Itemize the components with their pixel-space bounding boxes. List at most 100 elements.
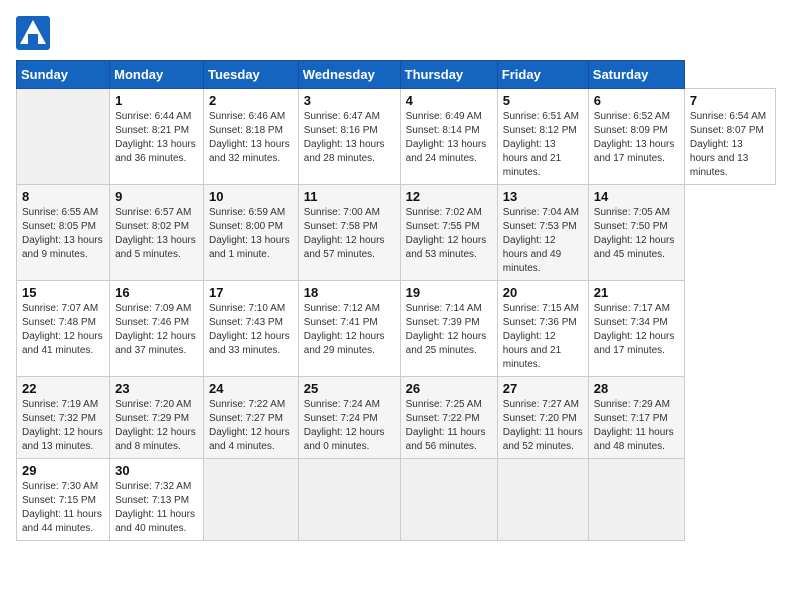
calendar-day-23: 23 Sunrise: 7:20 AM Sunset: 7:29 PM Dayli… <box>110 377 204 459</box>
logo-icon <box>16 16 50 50</box>
day-info: Sunrise: 7:12 AM Sunset: 7:41 PM Dayligh… <box>304 302 395 358</box>
day-info: Sunrise: 6:47 AM Sunset: 8:16 PM Dayligh… <box>304 110 395 166</box>
day-info: Sunrise: 6:44 AM Sunset: 8:21 PM Dayligh… <box>115 110 198 166</box>
empty-cell <box>588 459 684 541</box>
calendar-day-8: 8 Sunrise: 6:55 AM Sunset: 8:05 PM Daylig… <box>17 185 110 281</box>
calendar-day-24: 24 Sunrise: 7:22 AM Sunset: 7:27 PM Dayli… <box>204 377 299 459</box>
calendar-day-12: 12 Sunrise: 7:02 AM Sunset: 7:55 PM Dayli… <box>400 185 497 281</box>
calendar-day-3: 3 Sunrise: 6:47 AM Sunset: 8:16 PM Daylig… <box>298 89 400 185</box>
day-info: Sunrise: 7:00 AM Sunset: 7:58 PM Dayligh… <box>304 206 395 262</box>
calendar-body: 1 Sunrise: 6:44 AM Sunset: 8:21 PM Daylig… <box>17 89 776 541</box>
day-number: 1 <box>115 93 198 108</box>
day-number: 21 <box>594 285 679 300</box>
day-info: Sunrise: 7:02 AM Sunset: 7:55 PM Dayligh… <box>406 206 492 262</box>
day-number: 27 <box>503 381 583 396</box>
calendar-week-5: 29 Sunrise: 7:30 AM Sunset: 7:15 PM Dayli… <box>17 459 776 541</box>
calendar-day-21: 21 Sunrise: 7:17 AM Sunset: 7:34 PM Dayli… <box>588 281 684 377</box>
day-info: Sunrise: 7:19 AM Sunset: 7:32 PM Dayligh… <box>22 398 104 454</box>
weekday-header-sunday: Sunday <box>17 61 110 89</box>
day-number: 23 <box>115 381 198 396</box>
day-info: Sunrise: 7:04 AM Sunset: 7:53 PM Dayligh… <box>503 206 583 276</box>
weekday-header-friday: Friday <box>497 61 588 89</box>
day-info: Sunrise: 7:17 AM Sunset: 7:34 PM Dayligh… <box>594 302 679 358</box>
calendar-day-7: 7 Sunrise: 6:54 AM Sunset: 8:07 PM Daylig… <box>684 89 775 185</box>
logo <box>16 16 54 50</box>
empty-cell <box>497 459 588 541</box>
calendar-day-15: 15 Sunrise: 7:07 AM Sunset: 7:48 PM Dayli… <box>17 281 110 377</box>
calendar-day-13: 13Sunrise: 7:04 AM Sunset: 7:53 PM Dayli… <box>497 185 588 281</box>
weekday-header-wednesday: Wednesday <box>298 61 400 89</box>
empty-cell <box>17 89 110 185</box>
calendar-day-16: 16 Sunrise: 7:09 AM Sunset: 7:46 PM Dayli… <box>110 281 204 377</box>
day-info: Sunrise: 6:52 AM Sunset: 8:09 PM Dayligh… <box>594 110 679 166</box>
day-info: Sunrise: 7:27 AM Sunset: 7:20 PM Dayligh… <box>503 398 583 454</box>
day-number: 6 <box>594 93 679 108</box>
calendar-week-3: 15 Sunrise: 7:07 AM Sunset: 7:48 PM Dayli… <box>17 281 776 377</box>
day-number: 12 <box>406 189 492 204</box>
day-info: Sunrise: 7:29 AM Sunset: 7:17 PM Dayligh… <box>594 398 679 454</box>
day-info: Sunrise: 6:59 AM Sunset: 8:00 PM Dayligh… <box>209 206 293 262</box>
calendar-day-11: 11Sunrise: 7:00 AM Sunset: 7:58 PM Dayli… <box>298 185 400 281</box>
day-info: Sunrise: 6:57 AM Sunset: 8:02 PM Dayligh… <box>115 206 198 262</box>
day-number: 25 <box>304 381 395 396</box>
calendar-day-10: 10 Sunrise: 6:59 AM Sunset: 8:00 PM Dayli… <box>204 185 299 281</box>
calendar-day-27: 27 Sunrise: 7:27 AM Sunset: 7:20 PM Dayli… <box>497 377 588 459</box>
weekday-header-thursday: Thursday <box>400 61 497 89</box>
calendar-day-5: 5Sunrise: 6:51 AM Sunset: 8:12 PM Daylig… <box>497 89 588 185</box>
day-number: 18 <box>304 285 395 300</box>
calendar-day-18: 18 Sunrise: 7:12 AM Sunset: 7:41 PM Dayli… <box>298 281 400 377</box>
day-info: Sunrise: 7:14 AM Sunset: 7:39 PM Dayligh… <box>406 302 492 358</box>
calendar-day-29: 29 Sunrise: 7:30 AM Sunset: 7:15 PM Dayli… <box>17 459 110 541</box>
calendar-table: SundayMondayTuesdayWednesdayThursdayFrid… <box>16 60 776 541</box>
calendar-day-14: 14 Sunrise: 7:05 AM Sunset: 7:50 PM Dayli… <box>588 185 684 281</box>
calendar-day-2: 2Sunrise: 6:46 AM Sunset: 8:18 PM Daylig… <box>204 89 299 185</box>
day-info: Sunrise: 6:49 AM Sunset: 8:14 PM Dayligh… <box>406 110 492 166</box>
day-number: 7 <box>690 93 770 108</box>
day-info: Sunrise: 7:22 AM Sunset: 7:27 PM Dayligh… <box>209 398 293 454</box>
calendar-day-22: 22 Sunrise: 7:19 AM Sunset: 7:32 PM Dayli… <box>17 377 110 459</box>
calendar-day-30: 30 Sunrise: 7:32 AM Sunset: 7:13 PM Dayli… <box>110 459 204 541</box>
day-number: 17 <box>209 285 293 300</box>
weekday-header-saturday: Saturday <box>588 61 684 89</box>
day-number: 4 <box>406 93 492 108</box>
day-number: 24 <box>209 381 293 396</box>
calendar-day-20: 20Sunrise: 7:15 AM Sunset: 7:36 PM Dayli… <box>497 281 588 377</box>
calendar-day-17: 17Sunrise: 7:10 AM Sunset: 7:43 PM Dayli… <box>204 281 299 377</box>
day-info: Sunrise: 7:09 AM Sunset: 7:46 PM Dayligh… <box>115 302 198 358</box>
day-number: 19 <box>406 285 492 300</box>
day-number: 10 <box>209 189 293 204</box>
day-number: 22 <box>22 381 104 396</box>
calendar-week-4: 22 Sunrise: 7:19 AM Sunset: 7:32 PM Dayli… <box>17 377 776 459</box>
day-info: Sunrise: 7:30 AM Sunset: 7:15 PM Dayligh… <box>22 480 104 536</box>
day-number: 9 <box>115 189 198 204</box>
day-info: Sunrise: 6:54 AM Sunset: 8:07 PM Dayligh… <box>690 110 770 180</box>
day-info: Sunrise: 7:32 AM Sunset: 7:13 PM Dayligh… <box>115 480 198 536</box>
day-info: Sunrise: 7:15 AM Sunset: 7:36 PM Dayligh… <box>503 302 583 372</box>
calendar-day-26: 26Sunrise: 7:25 AM Sunset: 7:22 PM Dayli… <box>400 377 497 459</box>
calendar-day-4: 4 Sunrise: 6:49 AM Sunset: 8:14 PM Daylig… <box>400 89 497 185</box>
day-number: 8 <box>22 189 104 204</box>
calendar-week-1: 1 Sunrise: 6:44 AM Sunset: 8:21 PM Daylig… <box>17 89 776 185</box>
weekday-header-monday: Monday <box>110 61 204 89</box>
day-info: Sunrise: 7:24 AM Sunset: 7:24 PM Dayligh… <box>304 398 395 454</box>
day-number: 3 <box>304 93 395 108</box>
calendar-header-row: SundayMondayTuesdayWednesdayThursdayFrid… <box>17 61 776 89</box>
day-number: 29 <box>22 463 104 478</box>
day-number: 15 <box>22 285 104 300</box>
day-info: Sunrise: 6:46 AM Sunset: 8:18 PM Dayligh… <box>209 110 293 166</box>
day-info: Sunrise: 6:51 AM Sunset: 8:12 PM Dayligh… <box>503 110 583 180</box>
day-info: Sunrise: 7:05 AM Sunset: 7:50 PM Dayligh… <box>594 206 679 262</box>
day-number: 28 <box>594 381 679 396</box>
empty-cell <box>204 459 299 541</box>
calendar-day-1: 1 Sunrise: 6:44 AM Sunset: 8:21 PM Daylig… <box>110 89 204 185</box>
day-number: 14 <box>594 189 679 204</box>
day-number: 16 <box>115 285 198 300</box>
day-info: Sunrise: 7:07 AM Sunset: 7:48 PM Dayligh… <box>22 302 104 358</box>
day-info: Sunrise: 7:20 AM Sunset: 7:29 PM Dayligh… <box>115 398 198 454</box>
empty-cell <box>298 459 400 541</box>
calendar-day-25: 25 Sunrise: 7:24 AM Sunset: 7:24 PM Dayli… <box>298 377 400 459</box>
day-info: Sunrise: 6:55 AM Sunset: 8:05 PM Dayligh… <box>22 206 104 262</box>
calendar-day-28: 28 Sunrise: 7:29 AM Sunset: 7:17 PM Dayli… <box>588 377 684 459</box>
day-number: 30 <box>115 463 198 478</box>
day-number: 26 <box>406 381 492 396</box>
